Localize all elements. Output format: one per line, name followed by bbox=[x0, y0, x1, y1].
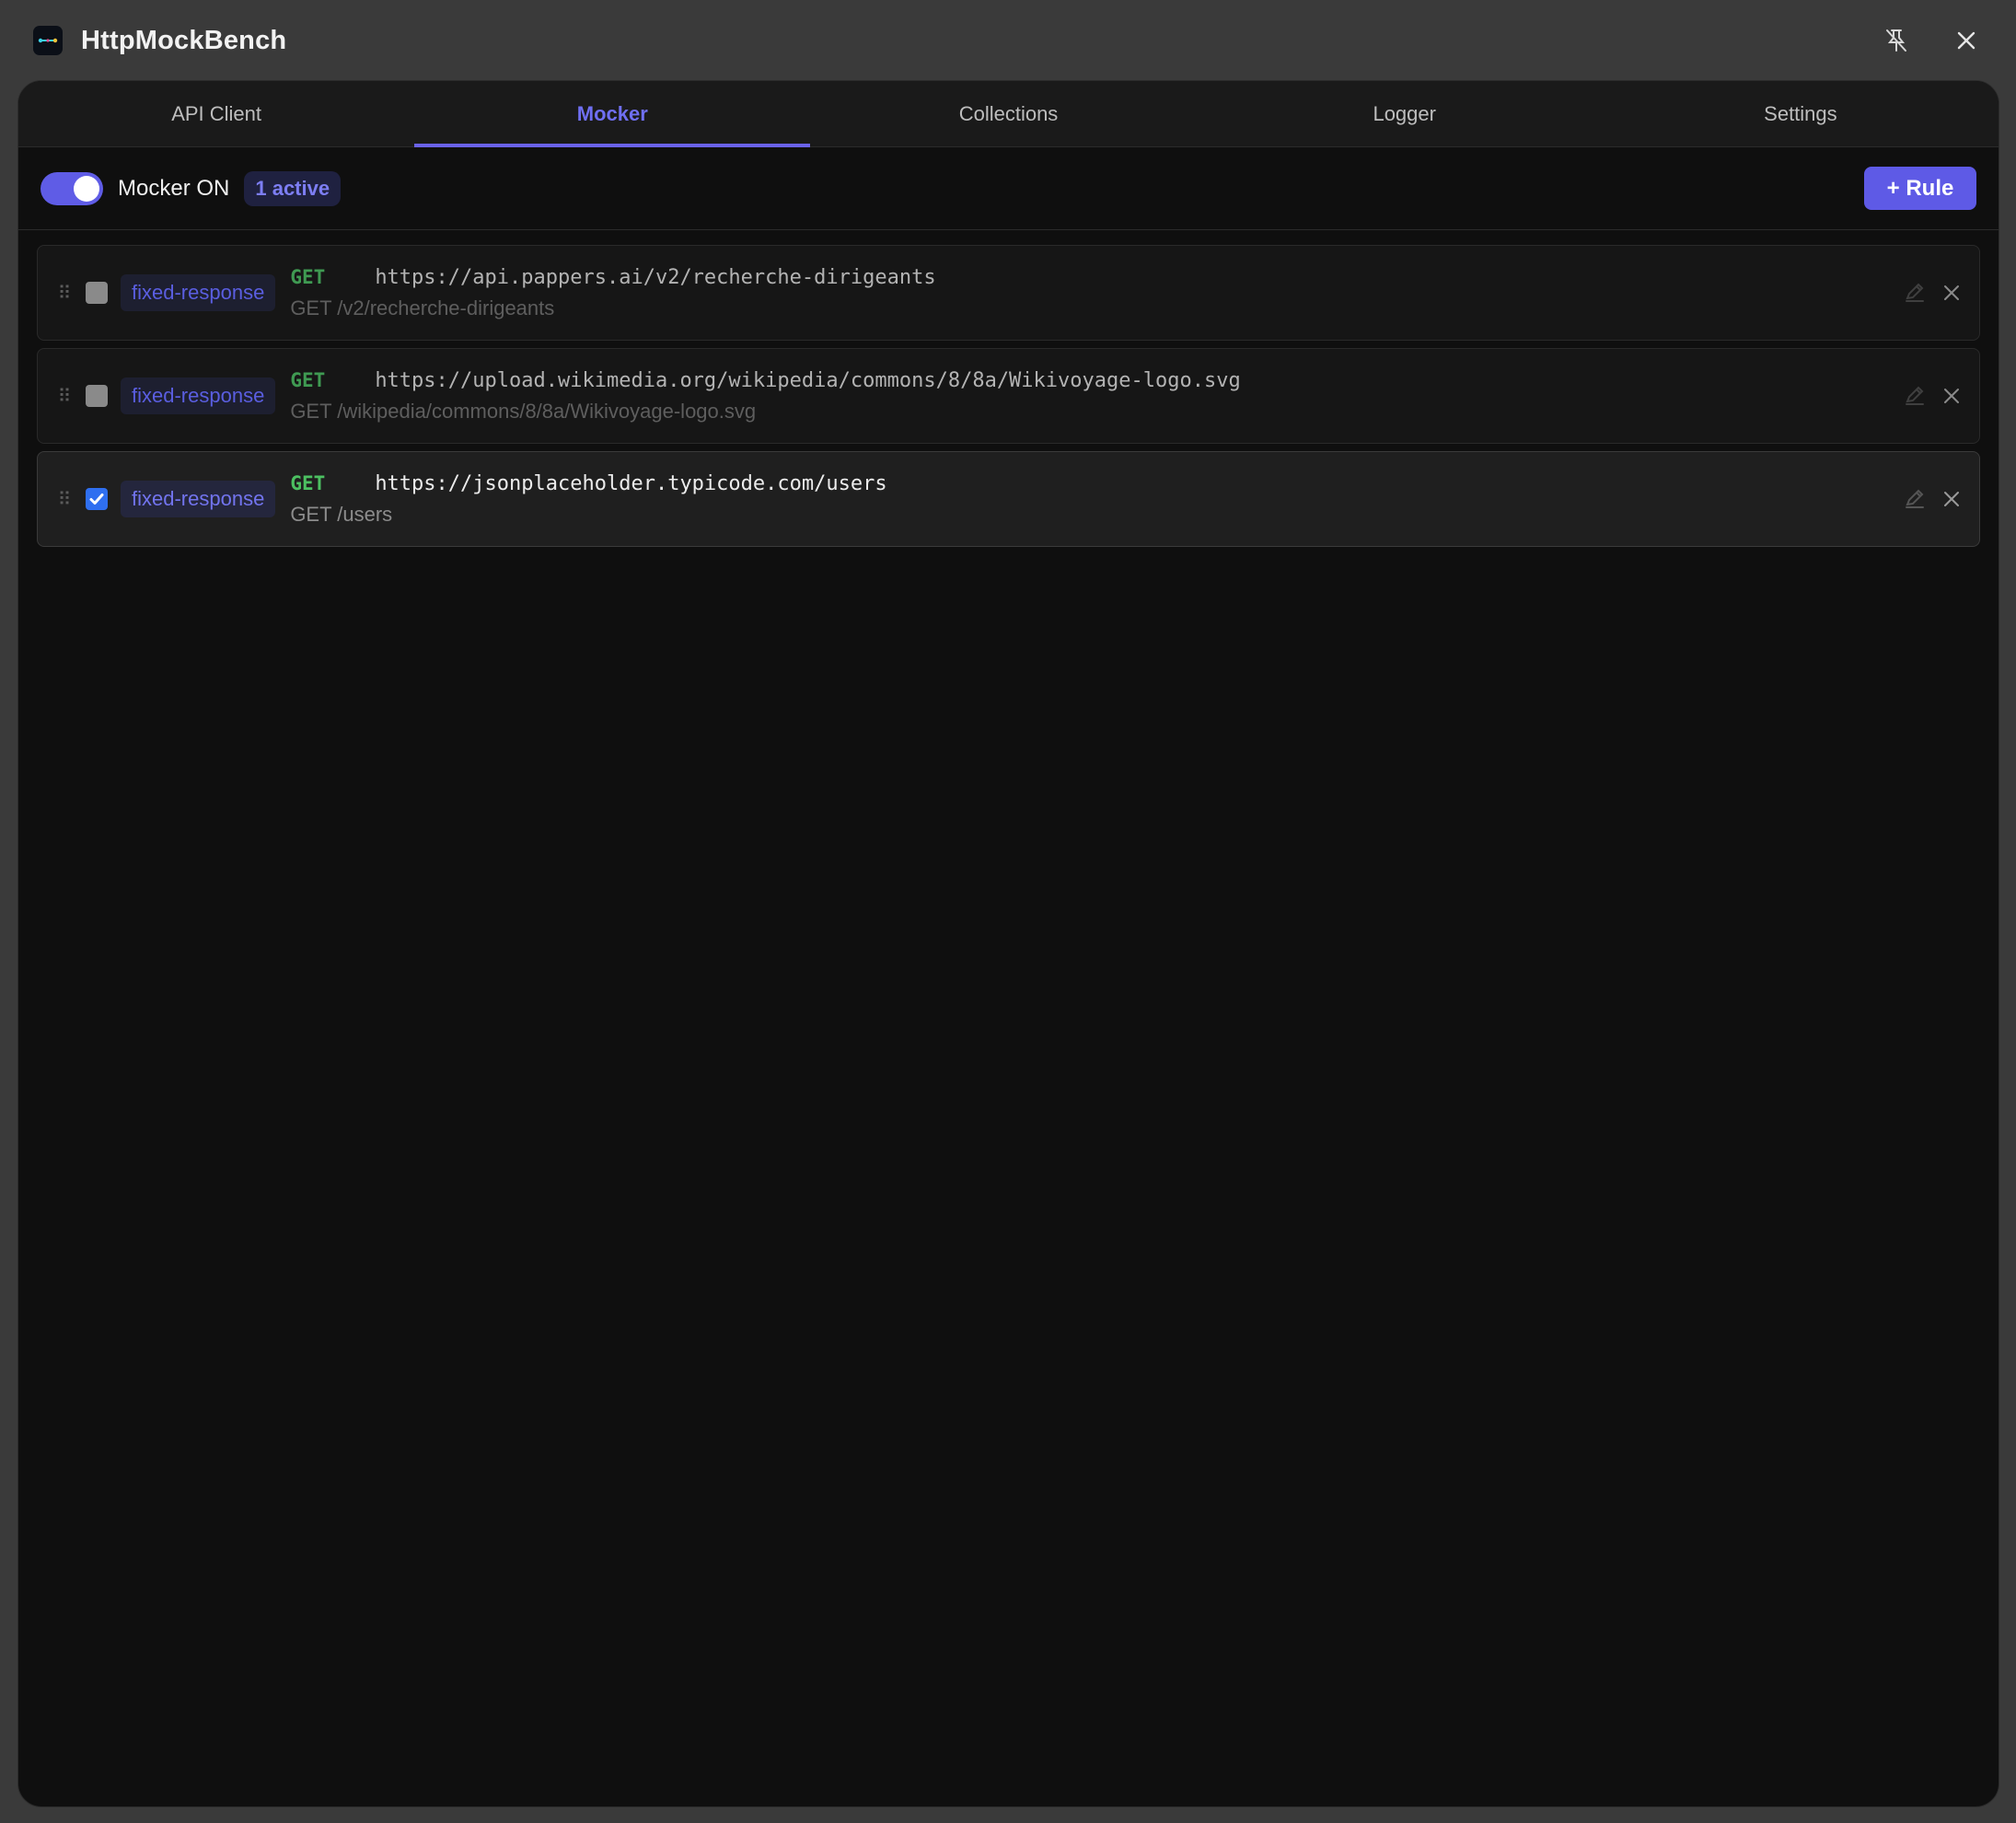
tab-api-client[interactable]: API Client bbox=[18, 81, 414, 146]
tab-label: API Client bbox=[171, 101, 262, 125]
add-rule-button[interactable]: + Rule bbox=[1864, 167, 1976, 210]
rule-type-badge: fixed-response bbox=[121, 274, 276, 311]
tab-label: Logger bbox=[1373, 101, 1436, 125]
tab-settings[interactable]: Settings bbox=[1603, 81, 1999, 146]
rule-details: GET https://api.pappers.ai/v2/recherche-… bbox=[290, 266, 935, 320]
checkmark-icon bbox=[89, 493, 104, 505]
tab-bar: API Client Mocker Collections Logger Set… bbox=[18, 81, 1999, 147]
title-bar: HttpMockBench bbox=[0, 0, 2016, 81]
tab-label: Collections bbox=[958, 101, 1059, 125]
delete-icon[interactable] bbox=[1939, 383, 1964, 409]
tab-mocker[interactable]: Mocker bbox=[414, 81, 811, 147]
close-icon[interactable] bbox=[1950, 24, 1983, 57]
drag-handle-icon[interactable]: ⠿ bbox=[56, 385, 73, 408]
rule-summary: GET /wikipedia/commons/8/8a/Wikivoyage-l… bbox=[290, 399, 757, 423]
rule-details: GET https://upload.wikimedia.org/wikiped… bbox=[290, 369, 1240, 424]
delete-icon[interactable] bbox=[1939, 280, 1964, 306]
tab-label: Mocker bbox=[576, 101, 648, 125]
tab-logger[interactable]: Logger bbox=[1207, 81, 1603, 146]
rule-actions bbox=[1902, 280, 1964, 306]
main-window: API Client Mocker Collections Logger Set… bbox=[17, 80, 1999, 1807]
drag-handle-icon[interactable]: ⠿ bbox=[56, 282, 73, 305]
rule-method: GET bbox=[290, 368, 326, 391]
rule-summary: GET /v2/recherche-dirigeants bbox=[290, 296, 555, 319]
tab-label: Settings bbox=[1764, 101, 1837, 125]
edit-icon[interactable] bbox=[1902, 486, 1928, 512]
rule-summary: GET /users bbox=[290, 502, 393, 526]
rule-url: https://upload.wikimedia.org/wikipedia/c… bbox=[375, 368, 1241, 392]
toggle-knob bbox=[74, 175, 99, 202]
rule-enable-checkbox[interactable] bbox=[86, 282, 108, 304]
mocker-status-label: Mocker ON bbox=[118, 175, 230, 201]
active-count-badge: 1 active bbox=[244, 170, 342, 206]
app-title: HttpMockBench bbox=[81, 25, 287, 55]
mocker-toggle[interactable] bbox=[41, 171, 103, 205]
rule-method: GET bbox=[290, 471, 326, 494]
rule-row[interactable]: ⠿ fixed-response GET https://upload.wiki… bbox=[37, 348, 1980, 444]
rule-type-badge: fixed-response bbox=[121, 377, 276, 414]
rule-type-badge: fixed-response bbox=[121, 481, 276, 517]
edit-icon[interactable] bbox=[1902, 383, 1928, 409]
rule-actions bbox=[1902, 486, 1964, 512]
edit-icon[interactable] bbox=[1902, 280, 1928, 306]
rule-url: https://api.pappers.ai/v2/recherche-diri… bbox=[375, 265, 936, 289]
delete-icon[interactable] bbox=[1939, 486, 1964, 512]
drag-handle-icon[interactable]: ⠿ bbox=[56, 488, 73, 511]
unpin-icon[interactable] bbox=[1880, 24, 1913, 57]
rule-enable-checkbox[interactable] bbox=[86, 488, 108, 510]
rule-enable-checkbox[interactable] bbox=[86, 385, 108, 407]
window-controls bbox=[1880, 24, 1983, 57]
rule-row[interactable]: ⠿ fixed-response GET https://jsonplaceho… bbox=[37, 451, 1980, 547]
rule-row[interactable]: ⠿ fixed-response GET https://api.pappers… bbox=[37, 245, 1980, 341]
rule-list: ⠿ fixed-response GET https://api.pappers… bbox=[18, 230, 1999, 569]
app-logo-icon bbox=[33, 26, 63, 55]
mocker-toolbar: Mocker ON 1 active + Rule bbox=[18, 147, 1999, 230]
rule-actions bbox=[1902, 383, 1964, 409]
rule-url: https://jsonplaceholder.typicode.com/use… bbox=[375, 471, 887, 495]
rule-details: GET https://jsonplaceholder.typicode.com… bbox=[290, 472, 886, 527]
rule-method: GET bbox=[290, 265, 326, 288]
tab-collections[interactable]: Collections bbox=[810, 81, 1206, 146]
